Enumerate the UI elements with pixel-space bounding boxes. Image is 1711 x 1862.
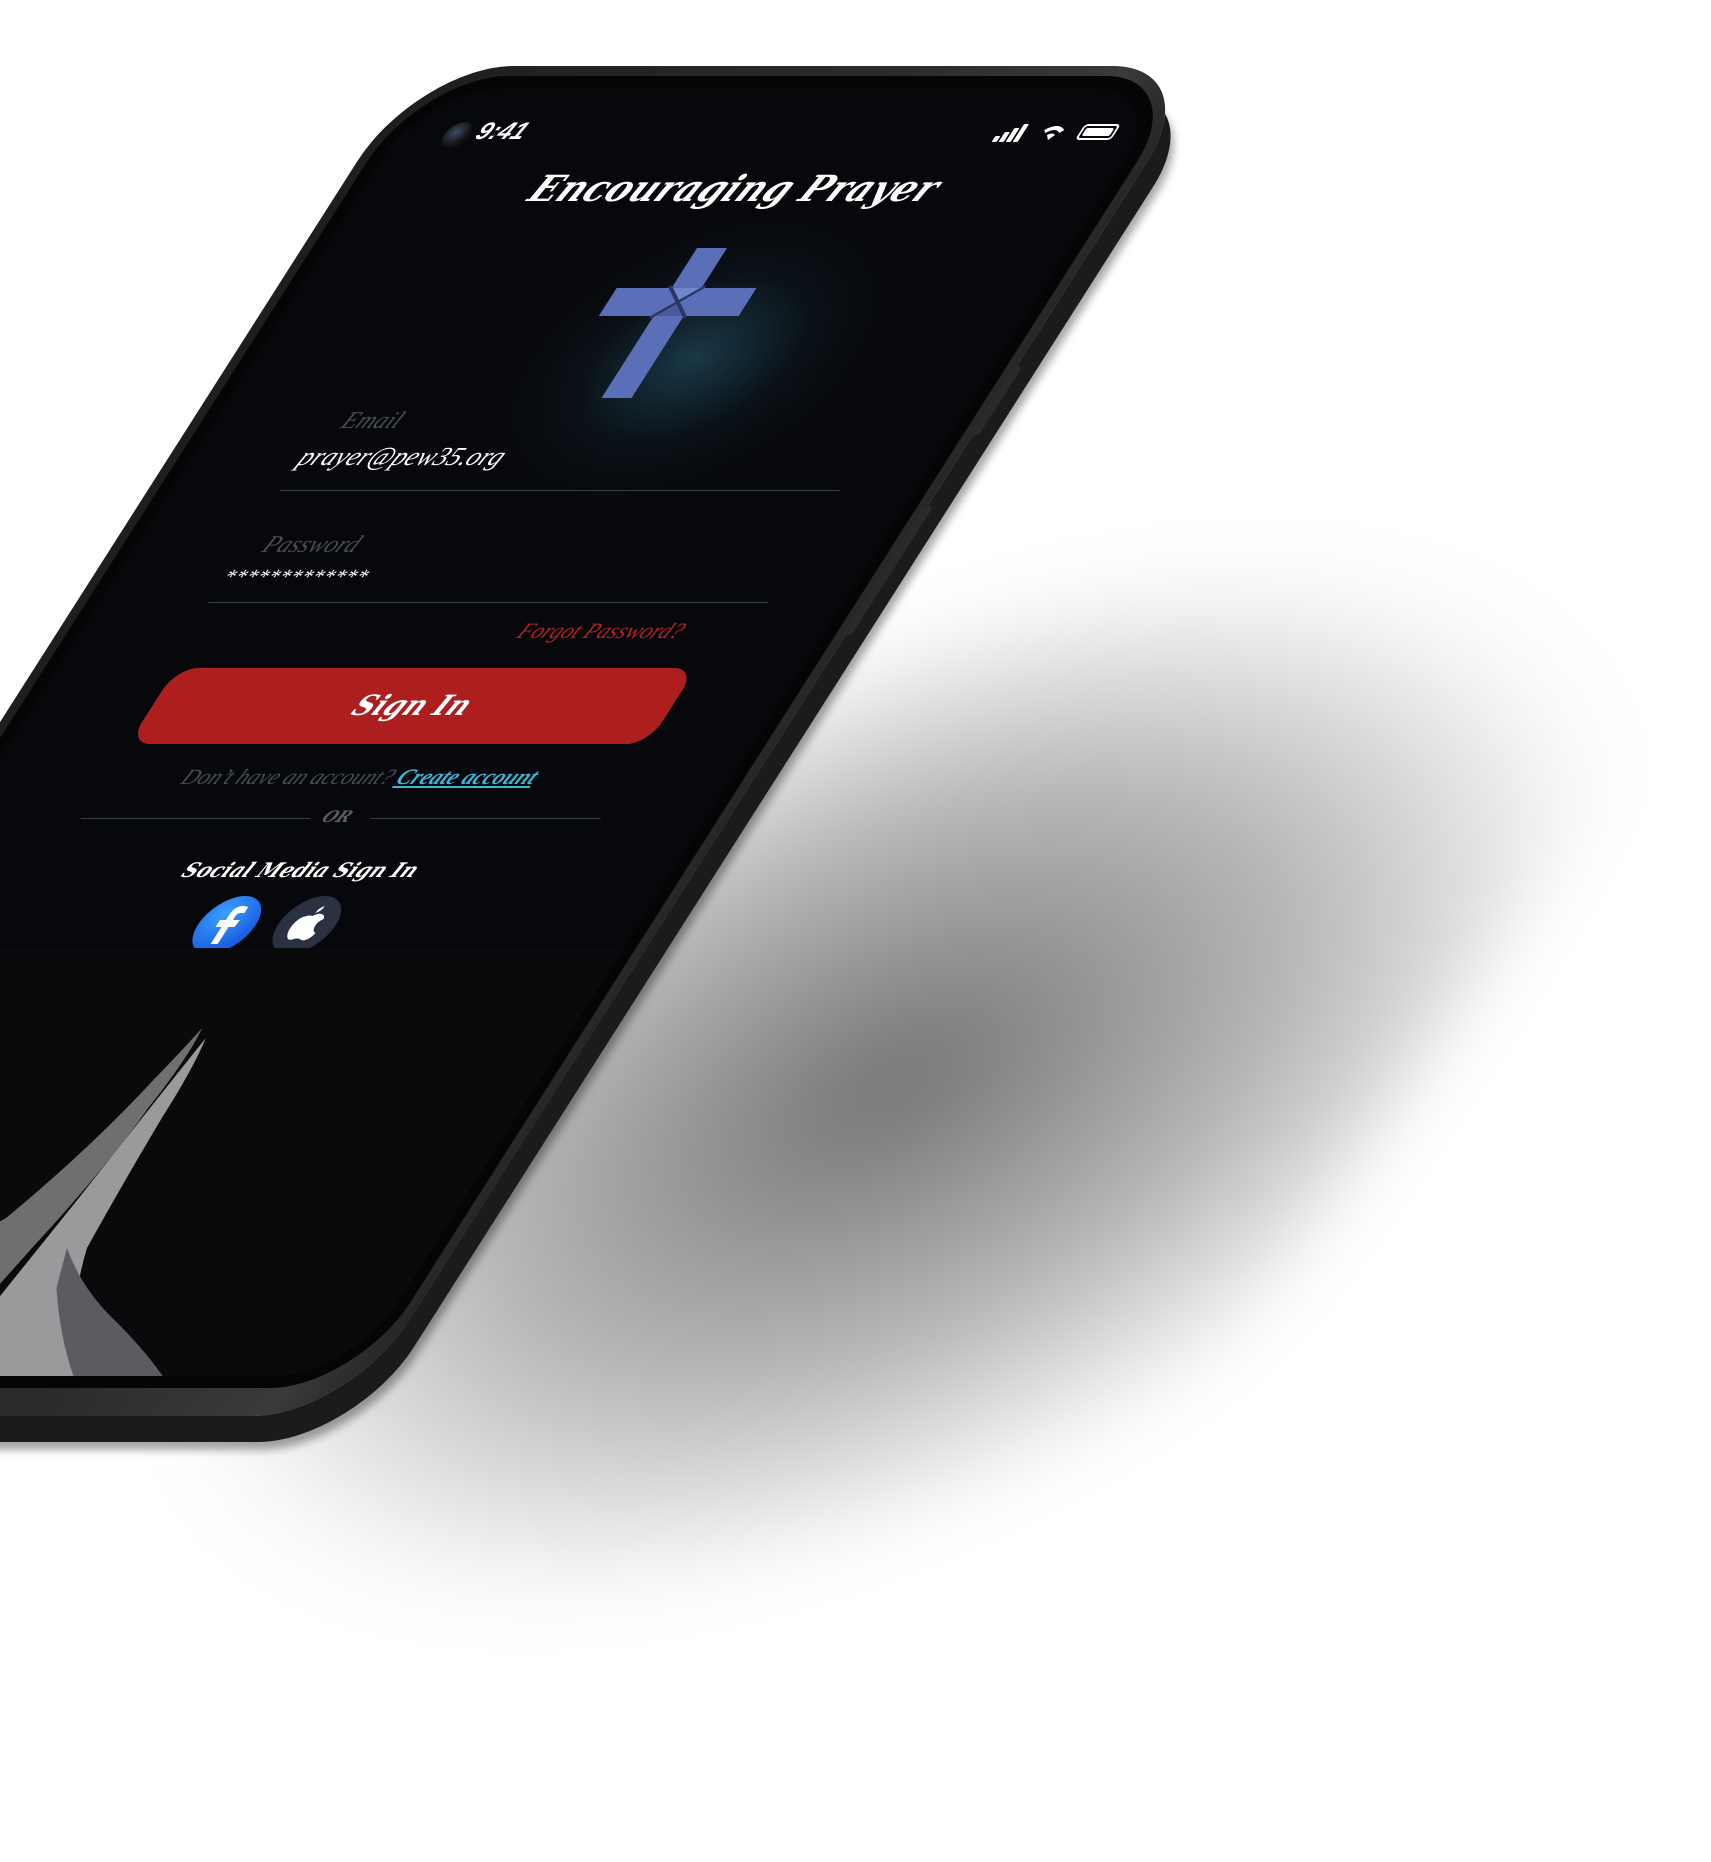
email-label: Email	[335, 408, 410, 434]
signal-icon	[991, 122, 1035, 142]
create-account-link[interactable]: Create account	[391, 764, 544, 789]
facebook-icon[interactable]	[179, 896, 275, 954]
password-field[interactable]: *************	[217, 566, 792, 589]
mockup-stage: 9:41 Encouraging Prayer Email prayer@pew…	[0, 0, 1711, 1862]
facebook-glyph	[210, 906, 249, 944]
email-underline	[279, 490, 840, 491]
no-account-text: Don’t have an account?	[176, 764, 402, 789]
battery-icon	[1074, 124, 1122, 140]
apple-glyph	[287, 906, 325, 941]
status-time: 9:41	[469, 118, 535, 145]
forgot-password-link[interactable]: Forgot Password?	[512, 618, 691, 644]
email-field[interactable]: prayer@pew35.org	[291, 442, 870, 472]
or-divider-text: OR	[317, 807, 358, 826]
password-underline	[207, 602, 769, 603]
or-divider-left	[80, 818, 311, 819]
status-icons	[991, 122, 1125, 142]
social-sign-in-title: Social Media Sign In	[176, 858, 425, 882]
create-account-row: Don’t have an account? Create account	[0, 764, 741, 790]
wifi-icon	[1044, 126, 1065, 140]
or-divider-right	[370, 818, 601, 819]
sign-in-button[interactable]: Sign In	[128, 668, 697, 744]
app-title: Encouraging Prayer	[519, 168, 950, 210]
password-label: Password	[256, 532, 367, 558]
apple-icon[interactable]	[259, 896, 355, 954]
